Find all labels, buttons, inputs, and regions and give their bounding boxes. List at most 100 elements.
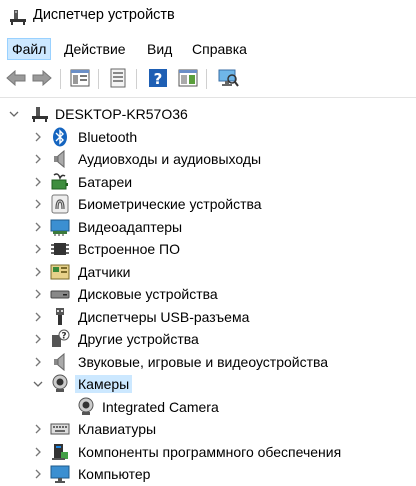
device-manager-icon (8, 7, 28, 27)
tree-item-cameras[interactable]: Камеры (0, 373, 416, 396)
disk-drive-icon (50, 284, 70, 304)
tree-item-label: Батареи (78, 173, 133, 190)
tree-item-sound-video-game[interactable]: Звуковые, игровые и видеоустройства (0, 351, 416, 374)
help-icon: ? (148, 68, 168, 91)
menu-help[interactable]: Справка (188, 38, 251, 60)
tree-item-label: Дисковые устройства (78, 286, 218, 303)
scan-monitor-icon (217, 68, 239, 91)
tree-item-bluetooth[interactable]: Bluetooth (0, 126, 416, 149)
device-tree: DESKTOP-KR57O36 Bluetooth Аудиовходы и а… (0, 100, 416, 486)
chevron-right-icon[interactable] (33, 177, 43, 187)
fingerprint-icon (50, 194, 70, 214)
tree-item-label: Диспетчеры USB-разъема (78, 308, 250, 325)
speaker-icon (50, 149, 70, 169)
tree-item-other-devices[interactable]: ? Другие устройства (0, 328, 416, 351)
chevron-right-icon[interactable] (33, 424, 43, 434)
battery-icon (50, 172, 70, 192)
chevron-right-icon[interactable] (33, 199, 43, 209)
toolbar-divider (0, 97, 416, 98)
scan-hardware-button[interactable] (216, 67, 240, 91)
tree-item-label: Компоненты программного обеспечения (78, 443, 342, 460)
chevron-right-icon[interactable] (33, 334, 43, 344)
tree-item-label: Звуковые, игровые и видеоустройства (78, 353, 329, 370)
chevron-right-icon[interactable] (33, 132, 43, 142)
computer-tower-icon (30, 104, 50, 124)
tree-item-label: Камеры (75, 375, 133, 394)
tree-item-label: Клавиатуры (78, 421, 157, 438)
tree-item-label: Integrated Camera (102, 398, 219, 415)
software-component-icon (50, 442, 70, 462)
tree-root-label: DESKTOP-KR57O36 (55, 106, 188, 123)
tree-item-audio-io[interactable]: Аудиовходы и аудиовыходы (0, 148, 416, 171)
webcam-icon (50, 374, 70, 394)
menu-bar: Файл Действие Вид Справка (0, 36, 416, 62)
window-title: Диспетчер устройств (33, 7, 175, 23)
tree-item-display-adapters[interactable]: Видеоадаптеры (0, 216, 416, 239)
toolbar: ? (0, 63, 416, 95)
menu-file-label: Файл (12, 41, 47, 57)
back-button[interactable] (4, 67, 28, 91)
help-button[interactable]: ? (146, 67, 170, 91)
tree-item-usb-connector-managers[interactable]: Диспетчеры USB-разъема (0, 306, 416, 329)
tree-item-label: Bluetooth (78, 128, 138, 145)
document-button[interactable] (106, 67, 130, 91)
toolbar-separator (60, 69, 61, 89)
usb-connector-icon (50, 307, 70, 327)
tree-item-label: Датчики (78, 263, 131, 280)
tree-item-integrated-camera[interactable]: Integrated Camera (0, 396, 416, 419)
view-panel-button[interactable] (176, 67, 200, 91)
chevron-right-icon[interactable] (33, 289, 43, 299)
menu-file[interactable]: Файл (7, 38, 52, 60)
properties-panel-icon (70, 69, 90, 90)
computer-icon (50, 464, 70, 484)
chevron-right-icon[interactable] (33, 244, 43, 254)
sound-speaker-icon (50, 352, 70, 372)
tree-item-label: Видеоадаптеры (78, 218, 183, 235)
tree-item-label: Компьютер (78, 466, 151, 483)
chevron-right-icon[interactable] (33, 469, 43, 479)
chevron-right-icon[interactable] (33, 222, 43, 232)
chevron-right-icon[interactable] (33, 357, 43, 367)
properties-panel-button[interactable] (68, 67, 92, 91)
chevron-down-icon[interactable] (33, 379, 43, 389)
view-panel-icon (178, 69, 198, 90)
bluetooth-icon (50, 127, 70, 147)
menu-help-label: Справка (192, 41, 247, 57)
menu-action-label: Действие (64, 41, 126, 57)
tree-item-batteries[interactable]: Батареи (0, 171, 416, 194)
tree-item-label: Встроенное ПО (78, 241, 180, 258)
chevron-right-icon[interactable] (33, 312, 43, 322)
menu-view[interactable]: Вид (143, 38, 176, 60)
tree-item-keyboards[interactable]: Клавиатуры (0, 418, 416, 441)
webcam-icon (76, 397, 96, 417)
tree-item-biometric[interactable]: Биометрические устройства (0, 193, 416, 216)
forward-icon (32, 69, 52, 89)
chevron-right-icon[interactable] (33, 447, 43, 457)
tree-item-sensors[interactable]: Датчики (0, 261, 416, 284)
tree-item-computer[interactable]: Компьютер (0, 463, 416, 486)
unknown-device-icon: ? (50, 329, 70, 349)
sensor-icon (50, 262, 70, 282)
back-icon (6, 69, 26, 89)
toolbar-separator (136, 69, 137, 89)
toolbar-separator (98, 69, 99, 89)
forward-button[interactable] (30, 67, 54, 91)
svg-text:?: ? (154, 70, 163, 88)
tree-item-firmware[interactable]: Встроенное ПО (0, 238, 416, 261)
menu-action[interactable]: Действие (60, 38, 130, 60)
document-icon (109, 68, 127, 91)
tree-item-software-components[interactable]: Компоненты программного обеспечения (0, 441, 416, 464)
tree-root-row[interactable]: DESKTOP-KR57O36 (0, 103, 416, 126)
tree-item-label: Биометрические устройства (78, 196, 262, 213)
title-bar: Диспетчер устройств (0, 0, 416, 34)
tree-item-label: Аудиовходы и аудиовыходы (78, 151, 262, 168)
chevron-right-icon[interactable] (33, 267, 43, 277)
keyboard-icon (50, 419, 70, 439)
svg-text:?: ? (61, 332, 66, 342)
toolbar-separator (206, 69, 207, 89)
menu-view-label: Вид (147, 41, 173, 57)
tree-item-disk-drives[interactable]: Дисковые устройства (0, 283, 416, 306)
tree-item-label: Другие устройства (78, 331, 199, 348)
chevron-right-icon[interactable] (33, 154, 43, 164)
chevron-down-icon[interactable] (9, 109, 19, 119)
